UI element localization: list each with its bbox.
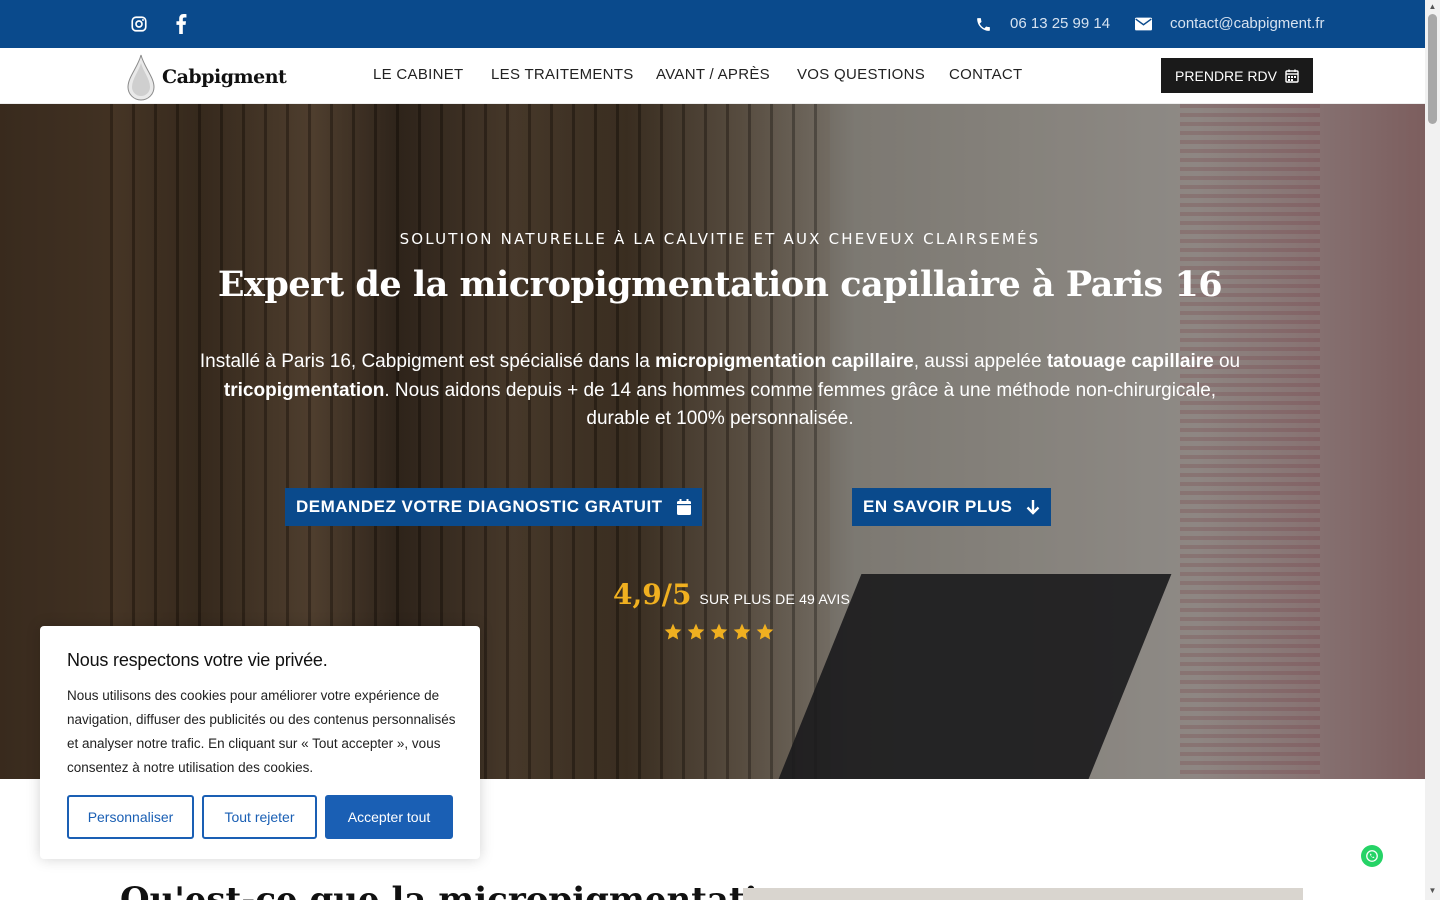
cookie-reject-button[interactable]: Tout rejeter (202, 795, 317, 839)
rating-label: SUR PLUS DE 49 AVIS (699, 591, 851, 607)
prendre-rdv-label: PRENDRE RDV (1175, 67, 1277, 84)
top-contact-bar: 06 13 25 99 14 contact@cabpigment.fr (0, 0, 1425, 48)
en-savoir-plus-button[interactable]: EN SAVOIR PLUS (852, 488, 1052, 526)
drop-logo-icon (127, 54, 155, 101)
envelope-icon (1133, 14, 1153, 34)
cookie-title: Nous respectons votre vie privée. (67, 650, 328, 670)
prendre-rdv-button[interactable]: PRENDRE RDV (1161, 58, 1313, 93)
diagnostic-button[interactable]: DEMANDEZ VOTRE DIAGNOSTIC GRATUIT (285, 488, 702, 526)
rating-summary: 4,9/5 SUR PLUS DE 49 AVIS (613, 578, 850, 611)
facebook-icon[interactable] (171, 14, 191, 34)
scroll-thumb[interactable] (1428, 14, 1437, 124)
whatsapp-icon[interactable] (1361, 845, 1383, 867)
rating-score: 4,9/5 (613, 578, 692, 611)
phone-number[interactable]: 06 13 25 99 14 (1010, 15, 1110, 32)
nav-item-contact[interactable]: CONTACT (949, 66, 1022, 83)
arrow-down-icon (1026, 500, 1040, 515)
main-navigation: Cabpigment LE CABINET LES TRAITEMENTS AV… (0, 48, 1425, 104)
star-icon (733, 623, 751, 640)
hero-title: Expert de la micropigmentation capillair… (217, 264, 1223, 305)
star-icon (710, 623, 728, 640)
logo-text: Cabpigment (162, 66, 287, 88)
instagram-icon[interactable] (129, 14, 149, 34)
section-image (743, 888, 1303, 900)
cookie-accept-button[interactable]: Accepter tout (325, 795, 453, 839)
page-scrollbar[interactable]: ▲ ▼ (1425, 0, 1440, 900)
email-link[interactable]: contact@cabpigment.fr (1170, 15, 1324, 32)
nav-item-le-cabinet[interactable]: LE CABINET (373, 66, 464, 83)
phone-icon (973, 14, 993, 34)
hero-kicker: SOLUTION NATURELLE À LA CALVITIE ET AUX … (399, 230, 1041, 248)
cookie-text: Nous utilisons des cookies pour améliore… (67, 688, 456, 775)
calendar-icon (676, 499, 691, 515)
cookie-consent-banner: Nous respectons votre vie privée. Nous u… (40, 626, 480, 859)
hero-description: Installé à Paris 16, Cabpigment est spéc… (199, 351, 1241, 429)
en-savoir-plus-label: EN SAVOIR PLUS (863, 497, 1013, 516)
scroll-down-arrow-icon[interactable]: ▼ (1428, 886, 1437, 895)
scroll-up-arrow-icon[interactable]: ▲ (1428, 2, 1437, 11)
nav-item-vos-questions[interactable]: VOS QUESTIONS (797, 66, 925, 83)
star-icon (756, 623, 774, 640)
nav-item-avant-apres[interactable]: AVANT / APRÈS (656, 66, 770, 83)
diagnostic-button-label: DEMANDEZ VOTRE DIAGNOSTIC GRATUIT (296, 497, 663, 516)
calendar-icon (1285, 69, 1299, 83)
star-icon (687, 623, 705, 640)
section-title: Qu'est-ce que la micropigmentation (120, 880, 805, 900)
nav-item-les-traitements[interactable]: LES TRAITEMENTS (491, 66, 634, 83)
site-logo[interactable]: Cabpigment (126, 52, 287, 102)
star-icon (664, 623, 682, 640)
cookie-customize-button[interactable]: Personnaliser (67, 795, 194, 839)
rating-stars (663, 622, 775, 642)
